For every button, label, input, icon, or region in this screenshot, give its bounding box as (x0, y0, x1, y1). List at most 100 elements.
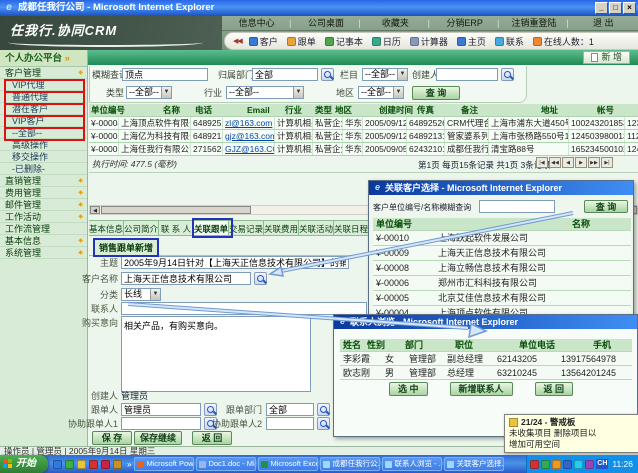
tab[interactable]: 关联跟单 (194, 220, 229, 236)
popup2-action-button[interactable]: 返 回 (535, 382, 574, 396)
sidebar-item[interactable]: --全部-- (0, 127, 87, 139)
column-header[interactable]: Email (245, 104, 283, 116)
chevron-down-icon[interactable]: ▼ (393, 87, 403, 98)
creator-input[interactable] (436, 68, 498, 81)
tab[interactable]: 关联费用 (264, 220, 299, 236)
popup1-row[interactable]: ¥-00008上海立畅信息技术有限公司 (373, 261, 631, 276)
toolbar-item[interactable]: 主页 (457, 35, 486, 48)
sidebar-item[interactable]: 移交操作 (0, 151, 87, 163)
pager-button[interactable]: |◀ (536, 157, 548, 168)
fuzzy-query-input[interactable] (122, 68, 208, 81)
tab[interactable]: 基本信息 (89, 220, 124, 236)
popup2-titlebar[interactable]: e 联系人浏览 - Microsoft Internet Explorer (334, 315, 637, 329)
tray-icon[interactable] (574, 460, 583, 469)
save-continue-button[interactable]: 保存继续 (134, 431, 182, 445)
sidebar-item[interactable]: 潜在客户 (0, 103, 87, 115)
tray-icon[interactable] (552, 460, 561, 469)
tab[interactable]: 联 系 人 (159, 220, 194, 236)
window-titlebar[interactable]: e 成都任我行公司 - Microsoft Internet Explorer … (0, 0, 638, 16)
taskbar-window-button[interactable]: Microsoft Powe... (134, 457, 194, 471)
pager-button[interactable]: ◀ (562, 157, 574, 168)
customer-name-input[interactable] (121, 272, 251, 285)
tray-icon[interactable] (530, 460, 539, 469)
sidebar-item-personal-office[interactable]: 个人办公平台 » (0, 50, 87, 67)
popup1-row[interactable]: ¥-00010上海跃起软件发展公司 (373, 231, 631, 246)
scrollbar-thumb[interactable] (101, 206, 251, 214)
sidebar-item[interactable]: -已删除- (0, 163, 87, 175)
toolbar-item[interactable]: 在线人数：1 (533, 35, 594, 48)
scroll-left-icon[interactable]: ◀ (90, 206, 100, 214)
column-header[interactable]: 帐号 (595, 104, 638, 116)
sidebar-item[interactable]: 基本信息 (0, 235, 87, 247)
table-row[interactable]: ¥-00001上海任我行有限公司27156230GJZ@163.COM计算机相关… (89, 143, 638, 156)
column-header[interactable]: 性别 (364, 339, 402, 351)
cell-email[interactable]: GJZ@163.COM (223, 143, 275, 155)
contact-input[interactable] (121, 302, 367, 315)
table-row[interactable]: ¥-00003上海亿为科技有限公司64892132gjz@163.com计算机相… (89, 130, 638, 143)
tray-icon[interactable] (585, 460, 594, 469)
column-header[interactable]: 手机 (590, 339, 614, 351)
assist2-input[interactable] (266, 417, 314, 430)
toolbar-item[interactable]: 记事本 (325, 35, 363, 48)
popup1-row[interactable]: ¥-00009上海天正信息技术有限公司 (373, 246, 631, 261)
toolbar-item[interactable]: 跟单 (287, 35, 316, 48)
column-select[interactable]: --全部-- ▼ (362, 68, 408, 81)
top-nav-item[interactable]: 收藏夹 (361, 16, 430, 30)
table-row[interactable]: ¥-00004上海顶点软件有限公司64892525zl@163.com计算机相关… (89, 117, 638, 130)
column-header[interactable]: 名称 (569, 218, 593, 230)
assist2-lookup-icon[interactable] (317, 417, 330, 430)
tab[interactable]: 公司简介 (124, 220, 159, 236)
popup2-row[interactable]: 欧志刚男管理部总经理6321024513564201245 (340, 366, 632, 380)
quick-launch-icon[interactable] (65, 460, 74, 469)
category-select[interactable]: 长线 ▼ (121, 288, 161, 301)
minimize-button[interactable]: _ (595, 2, 608, 14)
sidebar-item[interactable]: 客户管理 (0, 67, 87, 79)
popup2-row[interactable]: 李彩霞女管理部副总经理6214320513917564978 (340, 352, 632, 366)
tracker-dept-lookup-icon[interactable] (317, 403, 330, 416)
popup1-search-button[interactable]: 查 询 (584, 200, 628, 213)
chevron-down-icon[interactable]: ▼ (397, 69, 407, 80)
taskbar-window-button[interactable]: 成都任我行公... (320, 457, 380, 471)
start-button[interactable]: 开始 (0, 455, 48, 473)
top-nav-item[interactable]: 信息中心 (222, 16, 291, 30)
column-header[interactable]: 地址 (539, 104, 595, 116)
column-header[interactable]: 姓名 (340, 339, 364, 351)
column-header[interactable]: 电话 (193, 104, 245, 116)
quick-launch-icon[interactable] (101, 460, 110, 469)
column-header[interactable]: 类型 (313, 104, 333, 116)
quick-launch-icon[interactable] (77, 460, 86, 469)
tab[interactable]: 关联日程 (334, 220, 369, 236)
cell-email[interactable]: zl@163.com (223, 117, 275, 129)
toolbar-item[interactable]: 联系 (495, 35, 524, 48)
pager-button[interactable]: ▶ (575, 157, 587, 168)
search-button[interactable]: 查 询 (412, 86, 460, 100)
chevron-down-icon[interactable]: ▼ (161, 87, 171, 98)
sidebar-item[interactable]: 高级操作 (0, 139, 87, 151)
column-header[interactable]: 地区 (333, 104, 377, 116)
column-header[interactable]: 创建时间 (377, 104, 415, 116)
dept-input[interactable] (252, 68, 318, 81)
pager-button[interactable]: ▶▶ (588, 157, 600, 168)
top-nav-item[interactable]: 公司桌面 (291, 16, 360, 30)
toolbar-item[interactable]: 日历 (372, 35, 401, 48)
column-header[interactable]: 传真 (415, 104, 459, 116)
sidebar-item[interactable]: 普通代理 (0, 91, 87, 103)
popup1-row[interactable]: ¥-00006郑州市汇科科技有限公司 (373, 276, 631, 291)
quick-launch-icon[interactable] (89, 460, 98, 469)
column-header[interactable]: 单位编号 (89, 104, 161, 116)
new-button[interactable]: 新 增 (583, 51, 630, 64)
column-header[interactable]: 部门 (402, 339, 452, 351)
subject-input[interactable] (121, 256, 349, 269)
popup1-titlebar[interactable]: e 关联客户选择 - Microsoft Internet Explorer (369, 181, 633, 195)
column-header[interactable]: 职位 (452, 339, 516, 351)
taskbar-window-button[interactable]: Microsoft Excel ... (258, 457, 318, 471)
type-select[interactable]: --全部-- ▼ (126, 86, 172, 99)
back-icon[interactable]: ◀◀ (233, 37, 242, 45)
toolbar-item[interactable]: 客户 (249, 35, 278, 48)
region-select[interactable]: --全部-- ▼ (358, 86, 404, 99)
tracker-dept-input[interactable] (266, 403, 314, 416)
sidebar-item[interactable]: 费用管理 (0, 187, 87, 199)
save-button[interactable]: 保 存 (92, 431, 132, 445)
tab[interactable]: 交易记录 (229, 220, 264, 236)
popup1-query-input[interactable] (479, 200, 555, 213)
